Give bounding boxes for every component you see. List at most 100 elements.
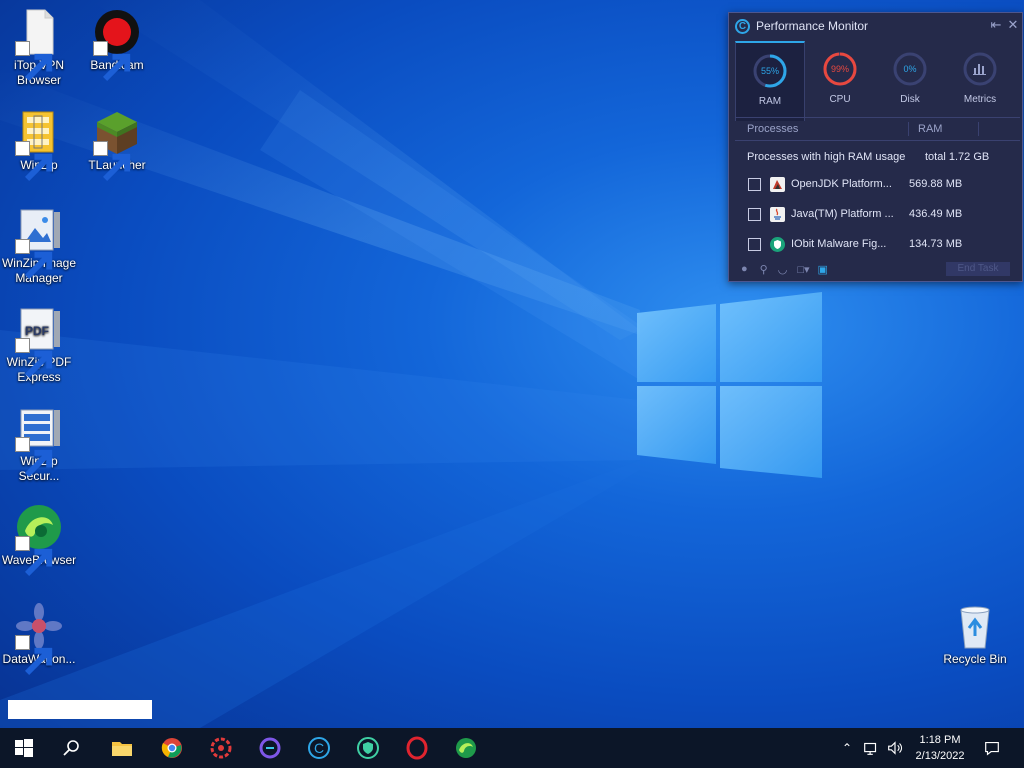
process-checkbox[interactable] — [748, 207, 761, 221]
shortcut-arrow-icon — [15, 635, 53, 676]
tab-ram[interactable]: 55% RAM — [735, 41, 805, 121]
start-button[interactable] — [0, 728, 48, 768]
notification-icon[interactable] — [980, 728, 1004, 768]
network-icon[interactable] — [860, 728, 882, 768]
back-icon[interactable]: ⇤ — [988, 17, 1004, 33]
openjdk-icon — [770, 176, 785, 192]
desktop-icon-winzip-secure[interactable]: WinZip Secur... — [0, 404, 78, 484]
app-logo-icon: C — [735, 18, 750, 34]
desktop-icon-winzip-image-manager[interactable]: WinZip Image Manager — [0, 206, 78, 286]
process-row[interactable]: OpenJDK Platform... 569.88 MB — [735, 170, 1020, 198]
clock-time: 1:18 PM — [919, 734, 961, 746]
speed-icon[interactable]: ◡ — [778, 263, 788, 276]
recycle-bin-icon — [960, 606, 990, 649]
desktop-icon-winzip-pdf-express[interactable]: PDF WinZip PDF Express — [0, 305, 78, 385]
bar-chart-icon — [963, 52, 997, 86]
tab-label: RAM — [758, 96, 782, 107]
tab-cpu[interactable]: 99% CPU — [805, 41, 875, 121]
taskbar-red-app[interactable] — [197, 728, 245, 768]
desktop-icon-wavebrowser[interactable]: WaveBrowser — [0, 503, 78, 577]
chrome-icon — [161, 738, 182, 758]
colorful-ring-icon — [259, 737, 281, 759]
search-button[interactable] — [48, 728, 96, 768]
process-ram: 436.49 MB — [909, 208, 963, 220]
close-icon[interactable]: ✕ — [1005, 17, 1021, 33]
desktop-icon-bandicam[interactable]: Bandicam — [78, 8, 156, 82]
process-row[interactable]: IObit Malware Fig... 134.73 MB — [735, 230, 1020, 258]
desktop-icon-winzip[interactable]: WinZip — [0, 108, 78, 182]
camera-icon[interactable]: ▣ — [818, 263, 828, 276]
cpu-gauge: 99% — [823, 52, 857, 86]
process-checkbox[interactable] — [748, 237, 761, 251]
c-logo-icon: C — [308, 737, 330, 759]
metric-tabs: 55% RAM 99% CPU 0% Disk Metrics — [735, 41, 1020, 121]
svg-text:PDF: PDF — [25, 324, 49, 338]
shortcut-arrow-icon — [15, 437, 53, 478]
java-icon — [770, 206, 785, 222]
shortcut-arrow-icon — [15, 141, 53, 182]
taskbar-purple-app[interactable] — [246, 728, 294, 768]
volume-icon[interactable] — [884, 728, 906, 768]
crop-icon[interactable]: □▾ — [797, 263, 809, 276]
shortcut-arrow-icon — [15, 239, 53, 280]
shortcut-arrow-icon — [15, 536, 53, 577]
taskbar-wavebrowser[interactable] — [442, 728, 490, 768]
desktop-icon-label: Recycle Bin — [943, 652, 1007, 666]
shortcut-arrow-icon — [15, 41, 53, 82]
tab-label: CPU — [829, 94, 851, 105]
show-hidden-icons[interactable]: ⌃ — [838, 728, 856, 768]
summary-label: Processes with high RAM usage — [747, 151, 906, 163]
column-ram[interactable]: RAM — [918, 123, 978, 135]
process-checkbox[interactable] — [748, 177, 761, 191]
search-icon — [63, 740, 79, 756]
system-clock[interactable]: 1:18 PM 2/13/2022 — [905, 732, 975, 764]
opera-icon — [406, 736, 428, 760]
process-ram: 569.88 MB — [909, 178, 963, 190]
window-footer: ● ⚲ ◡ □▾ ▣ End Task — [729, 257, 1022, 281]
wave-icon — [456, 738, 476, 758]
red-gear-icon — [210, 737, 232, 759]
tab-metrics[interactable]: Metrics — [945, 41, 1015, 121]
shield-icon — [357, 737, 379, 759]
folder-icon — [112, 742, 132, 756]
disk-gauge: 0% — [893, 52, 927, 86]
taskbar-opera[interactable] — [393, 728, 441, 768]
taskbar-file-explorer[interactable] — [98, 728, 146, 768]
disk-value: 0% — [903, 64, 916, 74]
process-name: OpenJDK Platform... — [791, 178, 892, 190]
desktop-icon-recycle-bin[interactable]: Recycle Bin — [936, 602, 1014, 667]
title-bar[interactable]: C Performance Monitor — [729, 13, 1022, 39]
desktop-icon-itop-vpn[interactable]: iTop VPN Browser — [0, 8, 78, 88]
process-table-header: Processes RAM — [735, 117, 1020, 141]
shortcut-arrow-icon — [93, 41, 131, 82]
process-ram: 134.73 MB — [909, 238, 963, 250]
cpu-value: 99% — [831, 64, 849, 74]
shortcut-arrow-icon — [93, 141, 131, 182]
window-title: Performance Monitor — [756, 19, 869, 33]
clock-date: 2/13/2022 — [915, 750, 965, 762]
tab-label: Disk — [900, 94, 920, 105]
taskbar-iobit-malware[interactable] — [344, 728, 392, 768]
search-overlay-box[interactable] — [8, 700, 152, 719]
ram-value: 55% — [761, 66, 779, 76]
summary-row: Processes with high RAM usage total 1.72… — [735, 143, 1020, 171]
shield-icon — [770, 236, 785, 252]
taskbar-chrome[interactable] — [148, 728, 196, 768]
desktop-icon-tlauncher[interactable]: TLauncher — [78, 108, 156, 182]
shortcut-arrow-icon — [15, 338, 53, 379]
process-name: Java(TM) Platform ... — [791, 208, 894, 220]
search-icon[interactable]: ⚲ — [760, 263, 768, 276]
windows-logo-wallpaper-icon — [637, 292, 822, 478]
ram-gauge: 55% — [753, 54, 787, 88]
column-processes[interactable]: Processes — [747, 123, 908, 135]
pin-icon[interactable]: ● — [741, 263, 748, 275]
performance-monitor-window: C Performance Monitor ⇤ ✕ 55% RAM 99% CP… — [728, 12, 1023, 282]
end-task-button[interactable]: End Task — [946, 262, 1010, 276]
process-row[interactable]: Java(TM) Platform ... 436.49 MB — [735, 200, 1020, 228]
svg-text:C: C — [314, 740, 324, 756]
process-name: IObit Malware Fig... — [791, 238, 887, 250]
taskbar-ccleaner-app[interactable]: C — [295, 728, 343, 768]
summary-total: total 1.72 GB — [925, 151, 990, 163]
tab-disk[interactable]: 0% Disk — [875, 41, 945, 121]
desktop-icon-datawagon[interactable]: DataWagon... — [0, 602, 78, 676]
